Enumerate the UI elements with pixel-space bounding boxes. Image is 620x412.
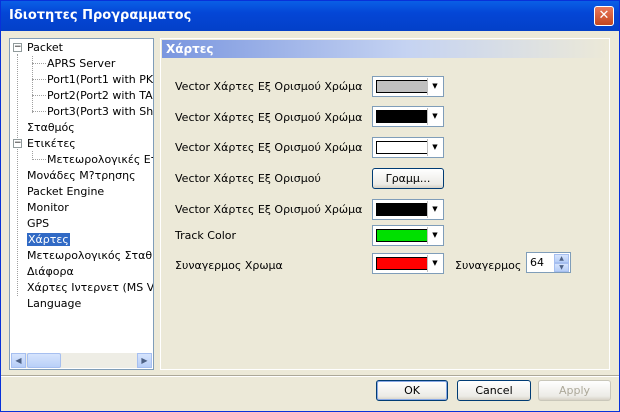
default-color-label-1: Vector Χάρτες Εξ Ορισμού Χρώμα <box>175 80 363 93</box>
horizontal-scrollbar[interactable]: ◀ ▶ <box>11 353 152 368</box>
apply-button[interactable]: Apply <box>538 380 611 401</box>
color-swatch <box>376 110 428 123</box>
default-color-label-3: Vector Χάρτες Εξ Ορισμού Χρώμα <box>175 141 363 154</box>
color-swatch <box>376 203 428 216</box>
ok-button[interactable]: OK <box>376 380 448 401</box>
default-color-picker-3[interactable]: ▼ <box>372 137 444 158</box>
chevron-down-icon[interactable]: ▼ <box>427 255 442 272</box>
tree-line <box>32 111 46 112</box>
cancel-button[interactable]: Cancel <box>457 380 531 401</box>
settings-tree[interactable]: − Packet APRS Server Port1(Port1 with PK… <box>9 38 154 370</box>
chevron-down-icon[interactable]: ▼ <box>427 201 442 218</box>
tree-item-maps[interactable]: Χάρτες <box>27 233 70 247</box>
tree-item-aprs-server[interactable]: APRS Server <box>47 57 115 71</box>
default-line-label: Vector Χάρτες Εξ Ορισμού <box>175 172 321 185</box>
track-color-label: Track Color <box>175 229 236 242</box>
title-bar[interactable]: Ιδιοτητες Προγραμματος ✕ <box>1 1 619 31</box>
alarm-color-label: Συναγερμος Χρωμα <box>175 259 283 272</box>
scroll-left-icon[interactable]: ◀ <box>11 353 26 368</box>
chevron-down-icon[interactable]: ▼ <box>427 108 442 125</box>
tree-item-port3[interactable]: Port3(Port3 with Share <box>47 105 153 119</box>
line-style-button[interactable]: Γραμμ... <box>372 168 444 189</box>
tree-item-station[interactable]: Σταθμός <box>27 121 75 135</box>
tree-item-port2[interactable]: Port2(Port2 with TAPR <box>47 89 153 103</box>
color-swatch <box>376 229 428 242</box>
color-swatch <box>376 141 428 154</box>
tree-item-misc[interactable]: Διάφορα <box>27 265 74 279</box>
tree-line <box>32 79 46 80</box>
color-swatch <box>376 257 428 270</box>
chevron-down-icon[interactable]: ▼ <box>427 78 442 95</box>
tree-item-gps[interactable]: GPS <box>27 217 49 231</box>
alarm-label: Συναγερμος <box>455 259 522 272</box>
tree-item-monitor[interactable]: Monitor <box>27 201 69 215</box>
tree-item-weather-labels[interactable]: Μετεωρολογικές Ετικέ <box>47 153 153 167</box>
tree-item-packet[interactable]: Packet <box>27 41 63 55</box>
tree-item-weather-station[interactable]: Μετεωρολογικός Σταθμός <box>27 249 153 263</box>
default-color-picker-2[interactable]: ▼ <box>372 106 444 127</box>
scrollbar-thumb[interactable] <box>27 353 61 368</box>
collapse-icon[interactable]: − <box>13 139 22 148</box>
default-color-label-2: Vector Χάρτες Εξ Ορισμού Χρώμα <box>175 111 363 124</box>
spin-down-icon[interactable]: ▼ <box>554 263 569 272</box>
tree-line <box>32 56 33 113</box>
tree-line <box>32 63 46 64</box>
tree-item-internet-maps[interactable]: Χάρτες Ιντερνετ (MS Virtu <box>27 281 153 295</box>
default-color-picker-4[interactable]: ▼ <box>372 199 444 220</box>
alarm-value: 64 <box>530 256 544 269</box>
maps-settings-panel: Χάρτες Vector Χάρτες Εξ Ορισμού Χρώμα ▼ … <box>160 38 610 370</box>
alarm-color-picker[interactable]: ▼ <box>372 253 444 274</box>
footer-divider <box>1 375 619 377</box>
default-color-picker-1[interactable]: ▼ <box>372 76 444 97</box>
tree-item-units[interactable]: Μονάδες Μ?τρησης <box>27 169 136 183</box>
close-button[interactable]: ✕ <box>594 6 614 26</box>
tree-line <box>32 159 46 160</box>
chevron-down-icon[interactable]: ▼ <box>427 227 442 244</box>
tree-line <box>17 54 18 296</box>
window-title: Ιδιοτητες Προγραμματος <box>9 8 192 23</box>
color-swatch <box>376 80 428 93</box>
spin-up-icon[interactable]: ▲ <box>554 254 569 263</box>
panel-header: Χάρτες <box>162 40 608 58</box>
alarm-spinner[interactable]: 64 ▲ ▼ <box>526 252 571 273</box>
chevron-down-icon[interactable]: ▼ <box>427 139 442 156</box>
tree-item-port1[interactable]: Port1(Port1 with PK96 <box>47 73 153 87</box>
tree-item-language[interactable]: Language <box>27 297 81 311</box>
tree-line <box>32 95 46 96</box>
collapse-icon[interactable]: − <box>13 43 22 52</box>
default-color-label-4: Vector Χάρτες Εξ Ορισμού Χρώμα <box>175 203 363 216</box>
track-color-picker[interactable]: ▼ <box>372 225 444 246</box>
tree-item-packet-engine[interactable]: Packet Engine <box>27 185 104 199</box>
scroll-right-icon[interactable]: ▶ <box>137 353 152 368</box>
properties-dialog: Ιδιοτητες Προγραμματος ✕ − Packet APRS S… <box>0 0 620 412</box>
tree-item-labels[interactable]: Ετικέτες <box>27 137 76 151</box>
